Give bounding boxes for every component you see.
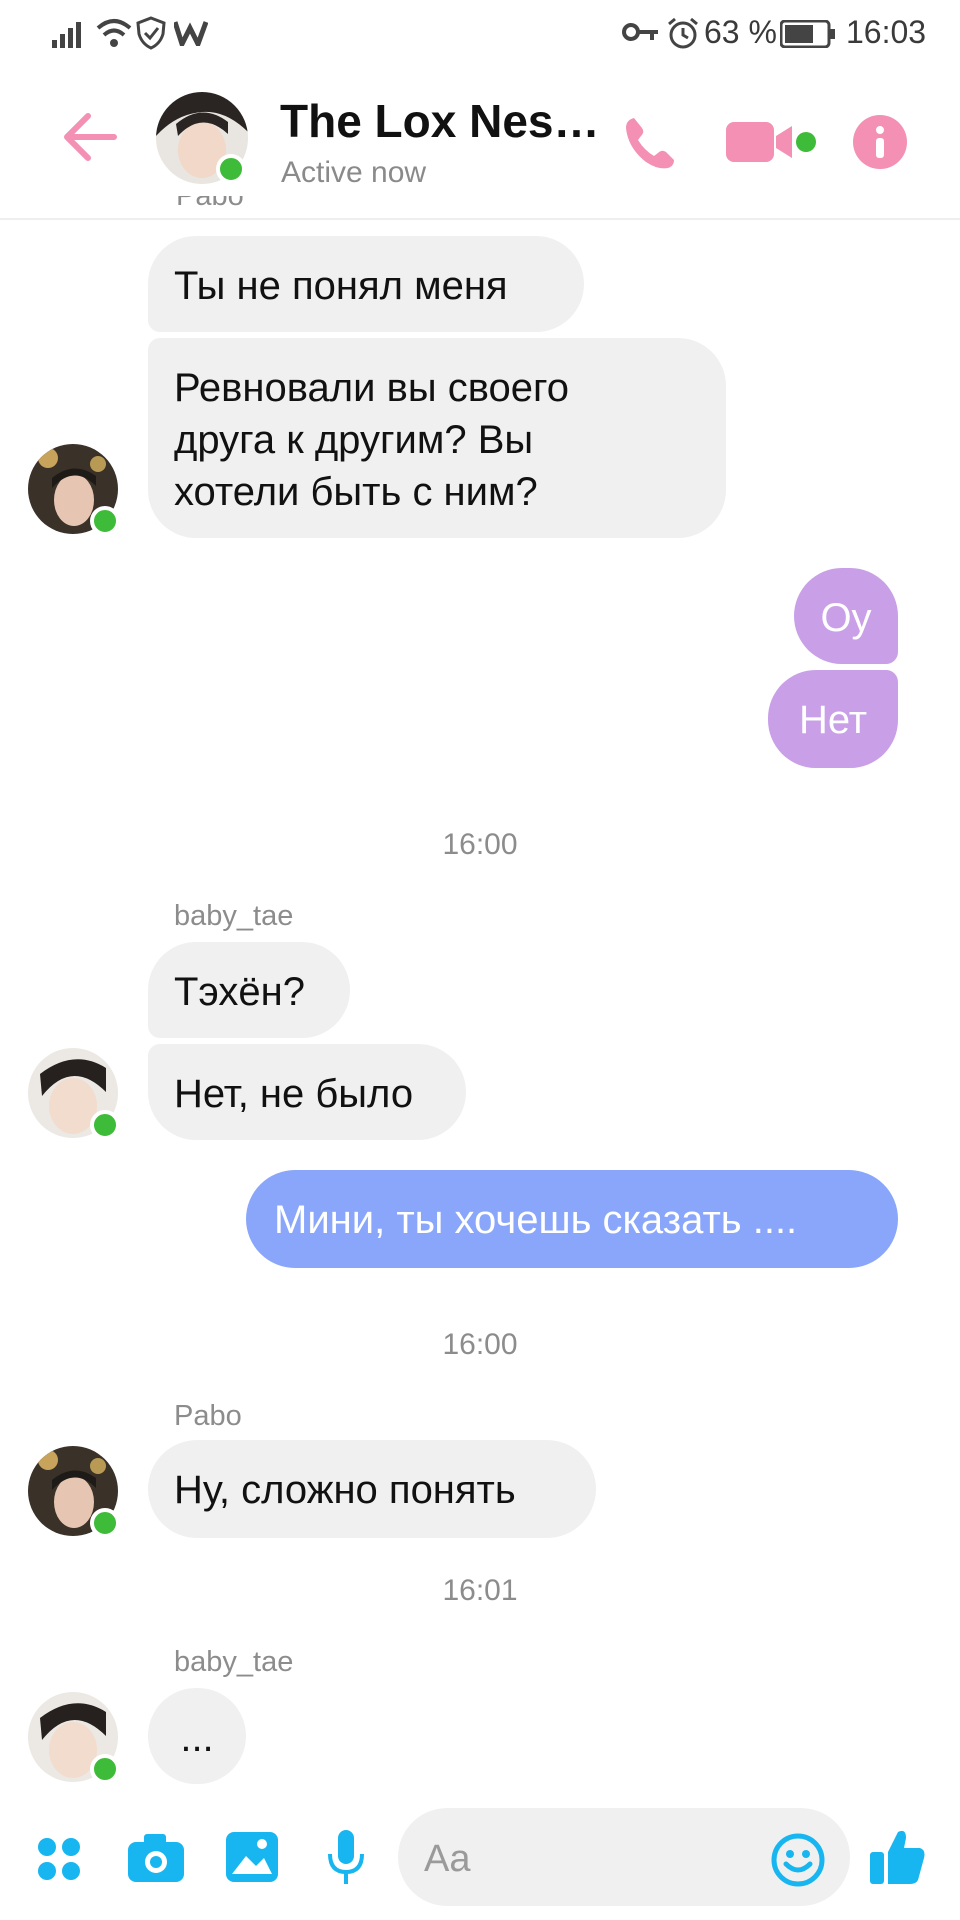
message-bubble-outgoing[interactable]: Оу (794, 568, 898, 664)
active-status: Active now (281, 156, 427, 189)
shield-icon (136, 16, 166, 50)
alarm-icon (668, 17, 698, 49)
video-camera-icon[interactable] (726, 118, 818, 166)
message-bubble-incoming[interactable]: Нет, не было (148, 1044, 466, 1140)
message-bubble-incoming[interactable]: Ну, сложно понять (148, 1440, 596, 1538)
sender-name: baby_tae (174, 900, 294, 932)
message-line: Ревновали вы своего (174, 366, 569, 410)
apps-icon[interactable] (36, 1836, 82, 1882)
message-line: хотели быть с ним? (174, 470, 538, 514)
message-input-placeholder: Aa (424, 1838, 471, 1880)
battery-percent: 63 % (704, 14, 777, 50)
camera-icon[interactable] (126, 1832, 186, 1884)
emoji-icon[interactable] (770, 1832, 826, 1888)
back-arrow-icon[interactable] (62, 112, 118, 162)
message-bubble-incoming[interactable]: Ты не понял меня (148, 236, 584, 332)
timestamp: 16:00 (442, 828, 518, 861)
status-bar: 63 % 16:03 (0, 0, 960, 64)
message-bubble-incoming[interactable]: Ревновали вы своего друга к другим? Вы х… (148, 338, 726, 538)
phone-icon[interactable] (622, 114, 680, 172)
message-bubble-incoming[interactable]: ... (148, 1688, 246, 1784)
message-bubble-outgoing[interactable]: Мини, ты хочешь сказать .... (246, 1170, 898, 1268)
info-icon[interactable] (852, 114, 908, 170)
wifi-icon (96, 19, 132, 47)
conversation-title[interactable]: The Lox Nes… (280, 94, 600, 148)
key-icon (622, 23, 658, 41)
conversation-header: The Lox Nes… Active now (0, 64, 960, 220)
signal-icon (52, 22, 81, 48)
online-indicator (90, 506, 120, 536)
thumbs-up-icon[interactable] (868, 1826, 928, 1888)
sender-name: Pabo (174, 1400, 242, 1432)
app-w-icon (174, 21, 208, 46)
battery-icon (780, 20, 835, 48)
microphone-icon[interactable] (326, 1828, 366, 1888)
gallery-icon[interactable] (224, 1830, 280, 1884)
online-indicator (216, 154, 246, 184)
sender-name-cut: Pabo (176, 196, 244, 212)
clock: 16:03 (846, 14, 927, 50)
sender-name: baby_tae (174, 1646, 294, 1678)
message-bubble-incoming[interactable]: Тэхён? (148, 942, 350, 1038)
timestamp: 16:01 (442, 1574, 518, 1607)
message-bubble-outgoing[interactable]: Нет (768, 670, 898, 768)
online-indicator (90, 1110, 120, 1140)
timestamp: 16:00 (442, 1328, 518, 1361)
online-indicator (90, 1754, 120, 1784)
online-indicator (90, 1508, 120, 1538)
message-line: друга к другим? Вы (174, 418, 534, 462)
